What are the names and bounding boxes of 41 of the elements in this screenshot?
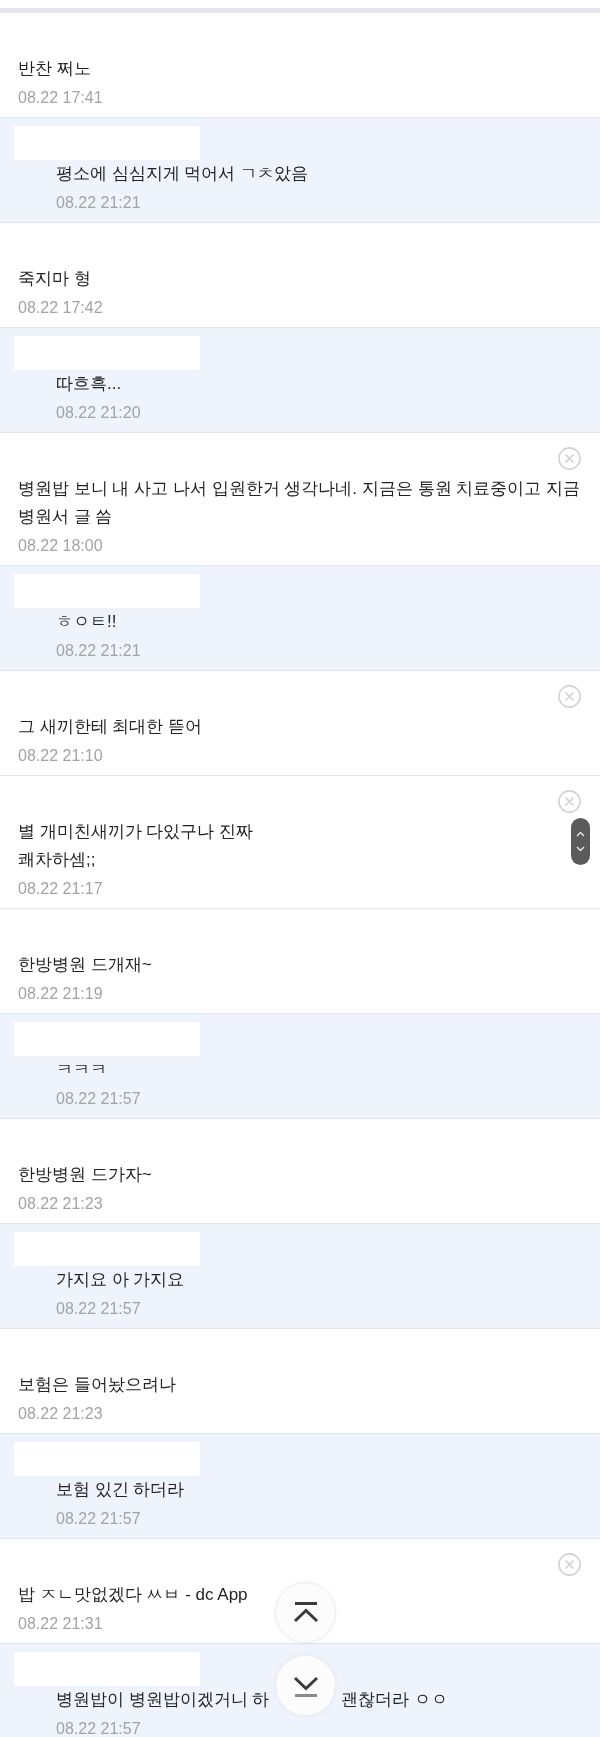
comment-text: 한방병원 드가자~: [18, 1164, 152, 1186]
timestamp: 08.22 21:31: [18, 1614, 103, 1634]
timestamp: 08.22 21:23: [18, 1404, 103, 1424]
timestamp: 08.22 21:57: [56, 1089, 141, 1109]
reply-text: 보험 있긴 하더라: [56, 1479, 185, 1501]
reply-text: 따흐흑...: [56, 373, 122, 395]
close-circle-icon[interactable]: [558, 1552, 581, 1576]
comment-text: 그 새끼한테 최대한 뜯어: [18, 716, 203, 738]
timestamp: 08.22 18:00: [18, 536, 103, 556]
timestamp: 08.22 21:17: [18, 879, 103, 899]
timestamp: 08.22 21:19: [18, 984, 103, 1004]
close-circle-icon[interactable]: [558, 789, 581, 813]
timestamp: 08.22 21:10: [18, 746, 103, 766]
scroll-handle[interactable]: [571, 818, 590, 865]
timestamp: 08.22 21:23: [18, 1194, 103, 1214]
reply-text: 평소에 심심지게 먹어서 ㄱㅊ았음: [56, 163, 309, 185]
reply-text: ㅋㅋㅋ: [56, 1059, 107, 1081]
timestamp: 08.22 21:21: [56, 641, 141, 661]
timestamp: 08.22 21:57: [56, 1719, 141, 1737]
reply-text: ㅎㅇㅌ!!: [56, 611, 117, 633]
comment-text: 별 개미친새끼가 다있구나 진짜 쾌차하셈;;: [18, 821, 254, 871]
chevron-up-icon: [576, 831, 585, 837]
timestamp: 08.22 17:42: [18, 298, 103, 318]
reply-text: 병원밥이 병원밥이겠거니 하: [56, 1689, 270, 1711]
timestamp: 08.22 21:21: [56, 193, 141, 213]
comment-text: 반찬 쩌노: [18, 58, 91, 80]
timestamp: 08.22 21:57: [56, 1299, 141, 1319]
chevron-down-icon: [576, 846, 585, 852]
comment-text: 보험은 들어놨으려나: [18, 1374, 176, 1396]
close-circle-icon[interactable]: [558, 446, 581, 470]
comment-text: 한방병원 드개재~: [18, 954, 152, 976]
timestamp: 08.22 21:20: [56, 403, 141, 423]
comment-text: 병원밥 보니 내 사고 나서 입원한거 생각나네. 지금은 통원 치료중이고 지금 병원서 글 씀: [18, 478, 581, 528]
reply-text: 괜찮더라 ㅇㅇ: [341, 1689, 449, 1711]
comment-text: 죽지마 형: [18, 268, 91, 290]
timestamp: 08.22 17:41: [18, 88, 103, 108]
timestamp: 08.22 21:57: [56, 1509, 141, 1529]
comment-text: 밥 ㅈㄴ맛없겠다 ㅆㅂ - dc App: [18, 1584, 248, 1606]
chevron-up-bar-icon: [291, 1600, 320, 1625]
reply-text: 가지요 아 가지요: [56, 1269, 185, 1291]
close-circle-icon[interactable]: [558, 684, 581, 708]
